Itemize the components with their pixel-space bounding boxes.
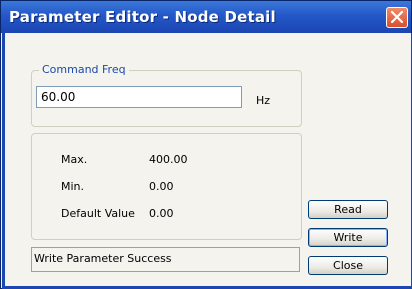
command-freq-legend: Command Freq [39, 63, 129, 76]
close-icon [391, 11, 403, 23]
min-label: Min. [61, 180, 85, 193]
parameter-editor-window: Parameter Editor - Node Detail Command F… [0, 0, 412, 289]
default-value-label: Default Value [61, 207, 135, 220]
read-button[interactable]: Read [308, 200, 388, 219]
default-value: 0.00 [149, 207, 174, 220]
command-freq-input[interactable]: 60.00 [36, 86, 242, 108]
window-title: Parameter Editor - Node Detail [9, 8, 276, 26]
window-close-button[interactable] [386, 7, 408, 28]
unit-label: Hz [256, 94, 271, 107]
close-button[interactable]: Close [308, 256, 388, 275]
max-label: Max. [61, 153, 88, 166]
write-button[interactable]: Write [308, 228, 388, 247]
status-bar: Write Parameter Success [31, 247, 300, 272]
title-bar[interactable]: Parameter Editor - Node Detail [1, 1, 411, 33]
max-value: 400.00 [149, 153, 188, 166]
min-value: 0.00 [149, 180, 174, 193]
